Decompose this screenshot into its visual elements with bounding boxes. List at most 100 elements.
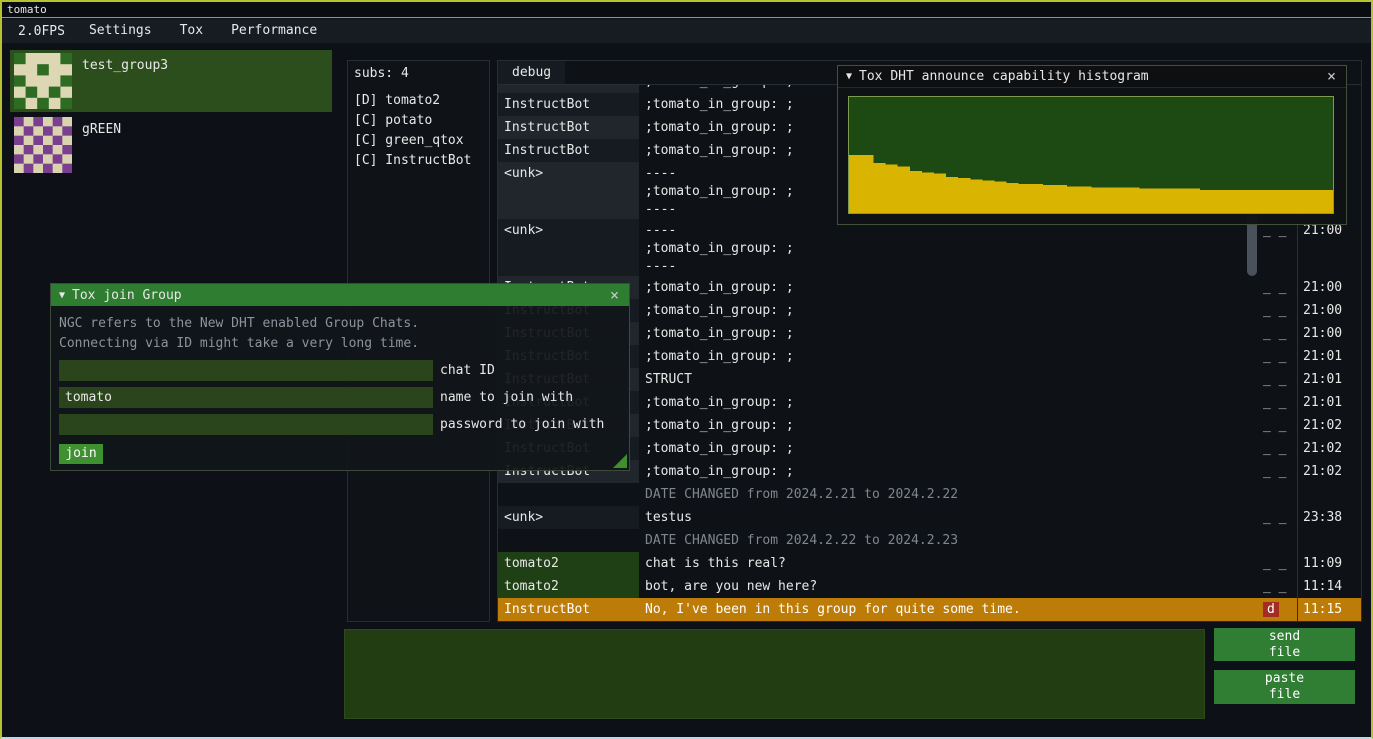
message-text: ;tomato_in_group: ; — [639, 460, 1261, 483]
message-time: 21:02 — [1297, 437, 1361, 460]
histogram-bars — [849, 97, 1333, 213]
message-time: 21:00 — [1297, 299, 1361, 322]
message-time: 11:09 — [1297, 552, 1361, 575]
delivery-marks: _ _ — [1261, 299, 1297, 322]
sender-name: InstructBot — [498, 116, 639, 139]
message-time: 21:01 — [1297, 368, 1361, 391]
delivery-marks: d — [1261, 598, 1297, 621]
message-time: 11:14 — [1297, 575, 1361, 598]
group-label: gREEN — [82, 122, 121, 137]
sender-name: InstructBot — [498, 598, 639, 621]
join-group-titlebar[interactable]: ▼ Tox join Group × — [51, 284, 629, 306]
message-text: ;tomato_in_group: ; — [639, 414, 1261, 437]
join-name-label: name to join with — [440, 390, 573, 405]
message-text: No, I've been in this group for quite so… — [639, 598, 1261, 621]
join-password-input[interactable] — [59, 414, 433, 435]
message-time: 23:38 — [1297, 506, 1361, 529]
sender-name: <unk> — [498, 219, 639, 276]
join-group-body: NGC refers to the New DHT enabled Group … — [51, 306, 629, 464]
join-group-window: ▼ Tox join Group × NGC refers to the New… — [50, 283, 630, 471]
chat-message-row[interactable]: tomato2chat is this real?_ _11:09 — [498, 552, 1361, 575]
message-time: 21:02 — [1297, 414, 1361, 437]
delivery-marks: _ _ — [1261, 575, 1297, 598]
chat-id-input[interactable] — [59, 360, 433, 381]
group-item-green[interactable]: gREEN — [10, 114, 332, 176]
date-separator-row: DATE CHANGED from 2024.2.22 to 2024.2.23 — [498, 529, 1361, 552]
send-file-button[interactable]: send file — [1214, 628, 1355, 661]
sender-name: InstructBot — [498, 85, 639, 93]
send-file-label-line2: file — [1269, 645, 1300, 661]
join-button[interactable]: join — [59, 444, 103, 464]
delivery-marks: _ _ — [1261, 506, 1297, 529]
chat-message-row[interactable]: tomato2bot, are you new here?_ _11:14 — [498, 575, 1361, 598]
window-title: tomato — [7, 3, 47, 16]
dht-histogram-plot — [848, 96, 1334, 214]
delivery-marks: _ _ — [1261, 414, 1297, 437]
delivery-marks: _ _ — [1261, 391, 1297, 414]
message-input[interactable] — [344, 629, 1205, 719]
menu-item-tox[interactable]: Tox — [166, 19, 217, 43]
chat-message-row[interactable]: <unk>testus_ _23:38 — [498, 506, 1361, 529]
paste-file-button[interactable]: paste file — [1214, 670, 1355, 704]
message-text: ----;tomato_in_group: ;---- — [639, 219, 1261, 276]
dht-histogram-titlebar[interactable]: ▼ Tox DHT announce capability histogram … — [838, 66, 1346, 88]
close-icon[interactable]: × — [1325, 69, 1338, 84]
join-group-title: Tox join Group — [72, 288, 182, 303]
group-avatar — [14, 117, 72, 173]
delivery-marks: _ _ — [1261, 460, 1297, 483]
join-description-line2: Connecting via ID might take a very long… — [59, 334, 629, 354]
dht-histogram-title: Tox DHT announce capability histogram — [859, 69, 1149, 84]
collapse-arrow-icon[interactable]: ▼ — [846, 71, 852, 82]
chat-id-label: chat ID — [440, 363, 495, 378]
group-item-test_group3[interactable]: test_group3 — [10, 50, 332, 112]
chat-message-row[interactable]: InstructBotNo, I've been in this group f… — [498, 598, 1361, 621]
message-text: ;tomato_in_group: ; — [639, 391, 1261, 414]
delivery-marks: _ _ — [1261, 368, 1297, 391]
message-text: chat is this real? — [639, 552, 1261, 575]
message-text: bot, are you new here? — [639, 575, 1261, 598]
paste-file-label-line1: paste — [1265, 671, 1304, 687]
window-titlebar: tomato — [2, 2, 1371, 18]
close-icon[interactable]: × — [608, 288, 621, 303]
subs-member[interactable]: [C] green_qtox — [354, 131, 489, 151]
message-time: 21:00 — [1297, 322, 1361, 345]
collapse-arrow-icon[interactable]: ▼ — [59, 290, 65, 301]
menu-item-settings[interactable]: Settings — [75, 19, 166, 43]
fps-counter: 2.0FPS — [8, 24, 75, 39]
group-avatar — [14, 53, 72, 109]
chat-message-row[interactable]: <unk>----;tomato_in_group: ;----_ _21:00 — [498, 219, 1361, 276]
sender-name: <unk> — [498, 506, 639, 529]
group-label: test_group3 — [82, 58, 168, 73]
subs-member[interactable]: [C] potato — [354, 111, 489, 131]
message-time: 21:02 — [1297, 460, 1361, 483]
sender-name: <unk> — [498, 162, 639, 219]
delivery-marks: _ _ — [1261, 437, 1297, 460]
delivered-flag: d — [1263, 602, 1279, 617]
message-time: 21:01 — [1297, 345, 1361, 368]
sender-name: tomato2 — [498, 575, 639, 598]
menubar: 2.0FPS SettingsToxPerformance — [2, 19, 1371, 43]
subs-member-list: [D] tomato2[C] potato[C] green_qtox[C] I… — [354, 91, 489, 171]
delivery-marks: _ _ — [1261, 552, 1297, 575]
date-separator-text: DATE CHANGED from 2024.2.22 to 2024.2.23 — [639, 529, 1261, 552]
join-name-input[interactable] — [59, 387, 433, 408]
message-text: ;tomato_in_group: ; — [639, 322, 1261, 345]
menu-item-performance[interactable]: Performance — [217, 19, 331, 43]
date-separator-row: DATE CHANGED from 2024.2.21 to 2024.2.22 — [498, 483, 1361, 506]
message-time: 21:00 — [1297, 219, 1361, 276]
join-password-label: password to join with — [440, 417, 604, 432]
message-text: testus — [639, 506, 1261, 529]
message-time: 21:01 — [1297, 391, 1361, 414]
message-text: ;tomato_in_group: ; — [639, 276, 1261, 299]
subs-member[interactable]: [C] InstructBot — [354, 151, 489, 171]
subs-member[interactable]: [D] tomato2 — [354, 91, 489, 111]
subs-header: subs: 4 — [354, 66, 489, 81]
message-text: ;tomato_in_group: ; — [639, 299, 1261, 322]
message-time: 11:15 — [1297, 598, 1361, 621]
resize-grip[interactable] — [613, 454, 627, 468]
message-text: ;tomato_in_group: ; — [639, 437, 1261, 460]
tab-debug[interactable]: debug — [498, 61, 565, 84]
send-file-label-line1: send — [1269, 629, 1300, 645]
sender-name: tomato2 — [498, 552, 639, 575]
date-separator-text: DATE CHANGED from 2024.2.21 to 2024.2.22 — [639, 483, 1261, 506]
